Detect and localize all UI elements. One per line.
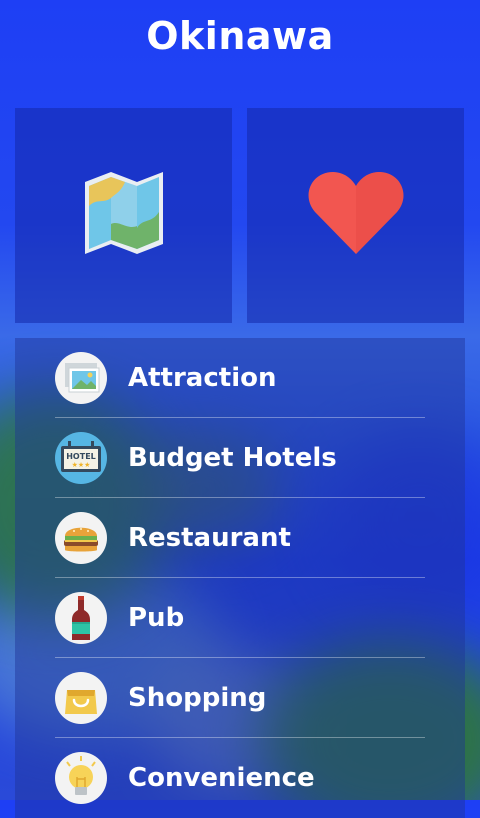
map-tile[interactable] — [15, 108, 232, 323]
menu-label: Restaurant — [128, 523, 291, 553]
hotel-sign-icon: HOTEL ★★★ — [55, 432, 107, 484]
page-title: Okinawa — [146, 14, 334, 58]
map-icon — [81, 168, 167, 263]
favorites-tile[interactable] — [247, 108, 464, 323]
category-list: Attraction HOTEL ★★★ Budget Hotels Resta… — [15, 338, 465, 818]
list-item-pub[interactable]: Pub — [55, 578, 425, 658]
light-bulb-icon — [55, 752, 107, 804]
list-item-budget-hotels[interactable]: HOTEL ★★★ Budget Hotels — [55, 418, 425, 498]
menu-label: Pub — [128, 603, 185, 633]
list-item-restaurant[interactable]: Restaurant — [55, 498, 425, 578]
menu-label: Convenience — [128, 763, 315, 793]
menu-label: Budget Hotels — [128, 443, 337, 473]
menu-label: Attraction — [128, 363, 277, 393]
list-item-convenience[interactable]: Convenience — [55, 738, 425, 818]
hotel-sign-text: HOTEL — [66, 452, 96, 461]
shopping-bag-icon — [55, 672, 107, 724]
menu-label: Shopping — [128, 683, 267, 713]
list-item-shopping[interactable]: Shopping — [55, 658, 425, 738]
burger-icon — [55, 512, 107, 564]
photo-icon — [55, 352, 107, 404]
bottle-icon — [55, 592, 107, 644]
heart-icon — [307, 170, 405, 261]
list-item-attraction[interactable]: Attraction — [55, 338, 425, 418]
svg-text:★★★: ★★★ — [72, 461, 91, 469]
